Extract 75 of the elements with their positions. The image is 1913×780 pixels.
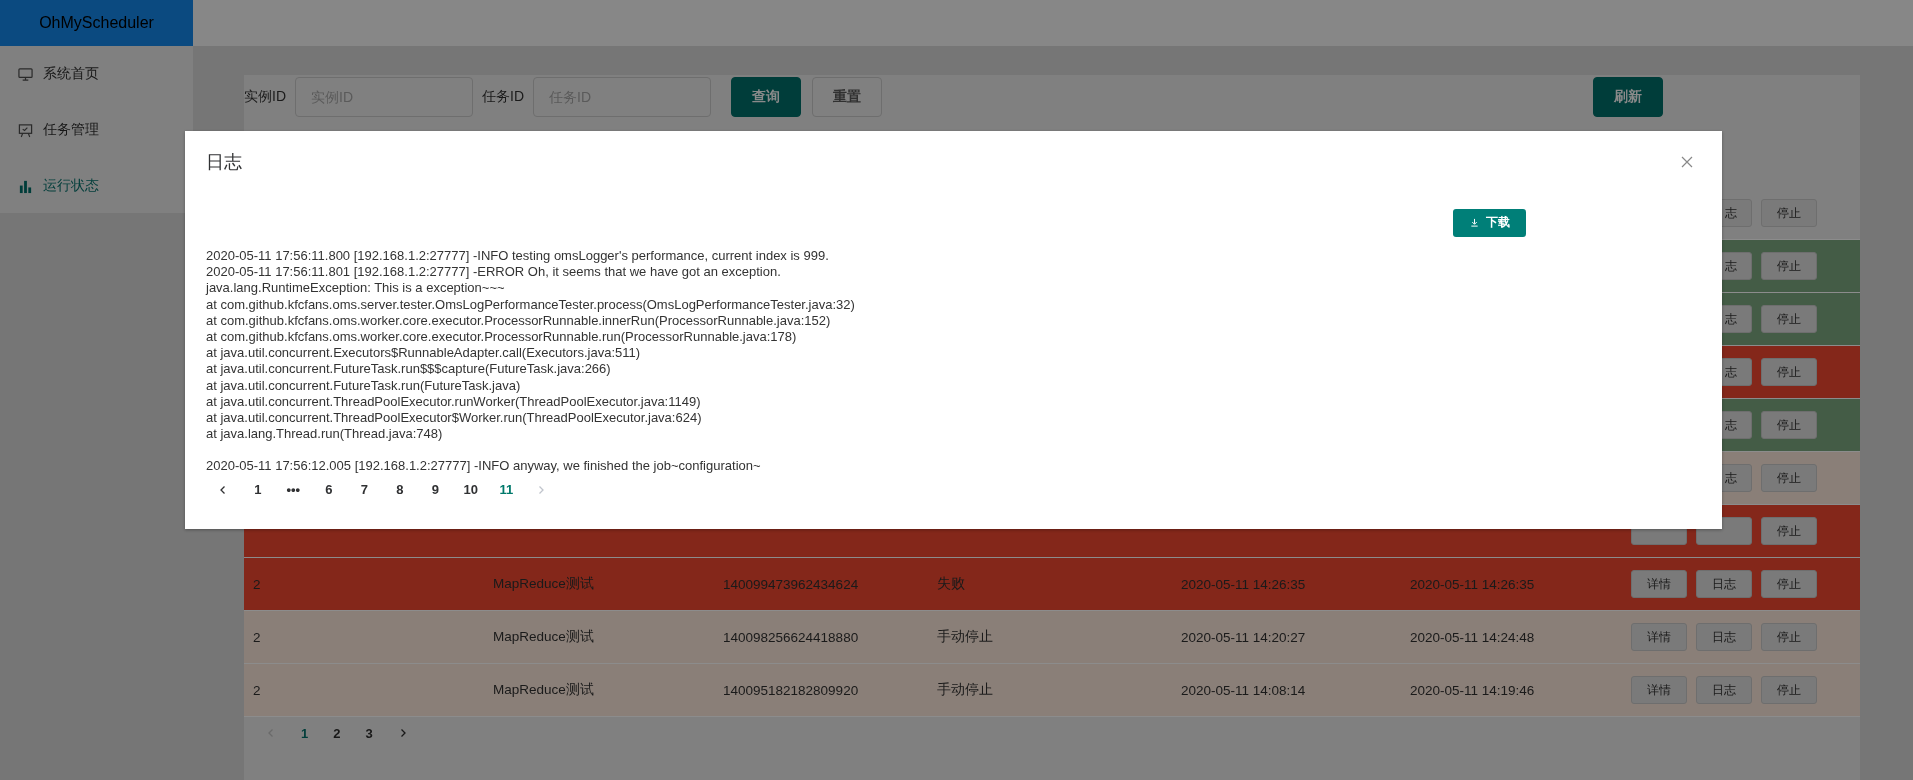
- row-action-button[interactable]: 详情: [1631, 676, 1687, 704]
- row-action-button[interactable]: 停止: [1761, 252, 1817, 280]
- table-cell-text: 失败: [936, 575, 966, 593]
- previous-page-icon[interactable]: [218, 484, 228, 495]
- download-button[interactable]: 下载: [1453, 208, 1526, 237]
- table-cell-text: 2: [252, 682, 262, 698]
- page-number[interactable]: 8: [382, 482, 418, 498]
- table-cell-text: 2020-05-11 14:26:35: [1409, 576, 1536, 592]
- log-line: at java.util.concurrent.Executors$RunnableAdapter.call(Executors.java:511): [206, 345, 642, 362]
- log-line: at java.util.concurrent.ThreadPoolExecutor$Worker.run(ThreadPoolExecutor.java:624): [206, 410, 703, 427]
- reset-button[interactable]: 重置: [812, 77, 882, 117]
- table-cell-text: 2020-05-11 14:24:48: [1409, 629, 1536, 645]
- row-action-button[interactable]: 日志: [1696, 570, 1752, 598]
- page-number[interactable]: 11: [488, 482, 524, 498]
- row-action-button[interactable]: 详情: [1631, 623, 1687, 651]
- row-action-button[interactable]: 停止: [1761, 570, 1817, 598]
- row-action-button[interactable]: 停止: [1761, 676, 1817, 704]
- table-cell-text: MapReduce测试: [492, 681, 595, 699]
- page-number[interactable]: 1: [240, 482, 276, 498]
- table-cell-text: 2: [252, 576, 262, 592]
- page-number[interactable]: •••: [275, 482, 311, 498]
- table-cell-text: 手动停止: [936, 628, 994, 646]
- table-cell-text: 140099473962434624: [722, 576, 860, 592]
- page-number[interactable]: 3: [365, 725, 373, 741]
- page-number[interactable]: 6: [311, 482, 347, 498]
- table-cell-text: 140098256624418880: [722, 629, 860, 645]
- bar-chart-icon: [18, 178, 33, 194]
- page-number[interactable]: 7: [346, 482, 382, 498]
- refresh-button[interactable]: 刷新: [1593, 77, 1663, 117]
- row-action-button[interactable]: 停止: [1761, 199, 1817, 227]
- app-logo: OhMyScheduler: [0, 0, 193, 46]
- row-action-button[interactable]: 停止: [1761, 623, 1817, 651]
- row-action-button[interactable]: 停止: [1761, 464, 1817, 492]
- row-action-button[interactable]: 停止: [1761, 358, 1817, 386]
- table-cell-text: 2: [252, 629, 262, 645]
- monitor-icon: [18, 66, 33, 82]
- table-cell-text: 2020-05-11 14:08:14: [1180, 682, 1307, 698]
- log-line: at java.util.concurrent.FutureTask.run$$$capture(FutureTask.java:266): [206, 361, 612, 378]
- table-cell-text: 2020-05-11 14:19:46: [1409, 682, 1536, 698]
- table-cell-text: 140095182182809920: [722, 682, 860, 698]
- table-cell-text: MapReduce测试: [492, 575, 595, 593]
- page-number[interactable]: 2: [333, 725, 341, 741]
- page-number[interactable]: 10: [453, 482, 489, 498]
- log-line: java.lang.RuntimeException: This is a exception~~~: [206, 280, 506, 297]
- presentation-board-icon: [18, 122, 33, 138]
- sidebar-item[interactable]: 系统首页: [0, 46, 193, 102]
- table-cell-text: 2020-05-11 14:20:27: [1180, 629, 1307, 645]
- row-action-button[interactable]: 详情: [1631, 570, 1687, 598]
- row-action-button[interactable]: 停止: [1761, 305, 1817, 333]
- log-line: at java.util.concurrent.ThreadPoolExecutor.runWorker(ThreadPoolExecutor.java:1149): [206, 393, 702, 411]
- field-label: 实例ID: [244, 88, 286, 106]
- log-line: at java.lang.Thread.run(Thread.java:748): [206, 426, 444, 443]
- log-line: at com.github.kfcfans.oms.worker.core.executor.ProcessorRunnable.innerRun(ProcessorRunnable.java:152): [206, 312, 832, 329]
- log-line: 2020-05-11 17:56:12.005 [192.168.1.2:27777] -INFO anyway, we finished the job~configuration~: [206, 458, 762, 475]
- table-cell-text: 手动停止: [936, 681, 994, 699]
- log-line: 2020-05-11 17:56:11.801 [192.168.1.2:27777] -ERROR Oh, it seems that we have got an exception.: [206, 264, 782, 281]
- dialog-title: 日志: [206, 151, 242, 174]
- log-line: at java.util.concurrent.FutureTask.run(FutureTask.java): [206, 377, 522, 394]
- row-action-button[interactable]: 停止: [1761, 411, 1817, 439]
- row-action-button[interactable]: 停止: [1761, 517, 1817, 545]
- close-icon[interactable]: [1681, 156, 1693, 168]
- row-action-button[interactable]: 日志: [1696, 676, 1752, 704]
- table-cell-text: 2020-05-11 14:26:35: [1180, 576, 1307, 592]
- log-line: at com.github.kfcfans.oms.worker.core.executor.ProcessorRunnable.run(ProcessorRunnable.java:178): [206, 329, 798, 346]
- sidebar-item[interactable]: 任务管理: [0, 102, 193, 158]
- page-number[interactable]: 9: [417, 482, 453, 498]
- log-line: 2020-05-11 17:56:11.800 [192.168.1.2:27777] -INFO testing omsLogger's performance, current index is 999.: [206, 248, 830, 265]
- log-line: at com.github.kfcfans.oms.server.tester.OmsLogPerformanceTester.process(OmsLogPerformanceTester.java:32): [206, 296, 856, 313]
- query-button[interactable]: 查询: [731, 77, 801, 117]
- sidebar-item[interactable]: 运行状态: [0, 158, 193, 214]
- page-number[interactable]: 1: [301, 725, 309, 741]
- download-icon: [1469, 218, 1479, 227]
- row-action-button[interactable]: 日志: [1696, 623, 1752, 651]
- table-cell-text: MapReduce测试: [492, 628, 595, 646]
- field-label: 任务ID: [482, 88, 524, 106]
